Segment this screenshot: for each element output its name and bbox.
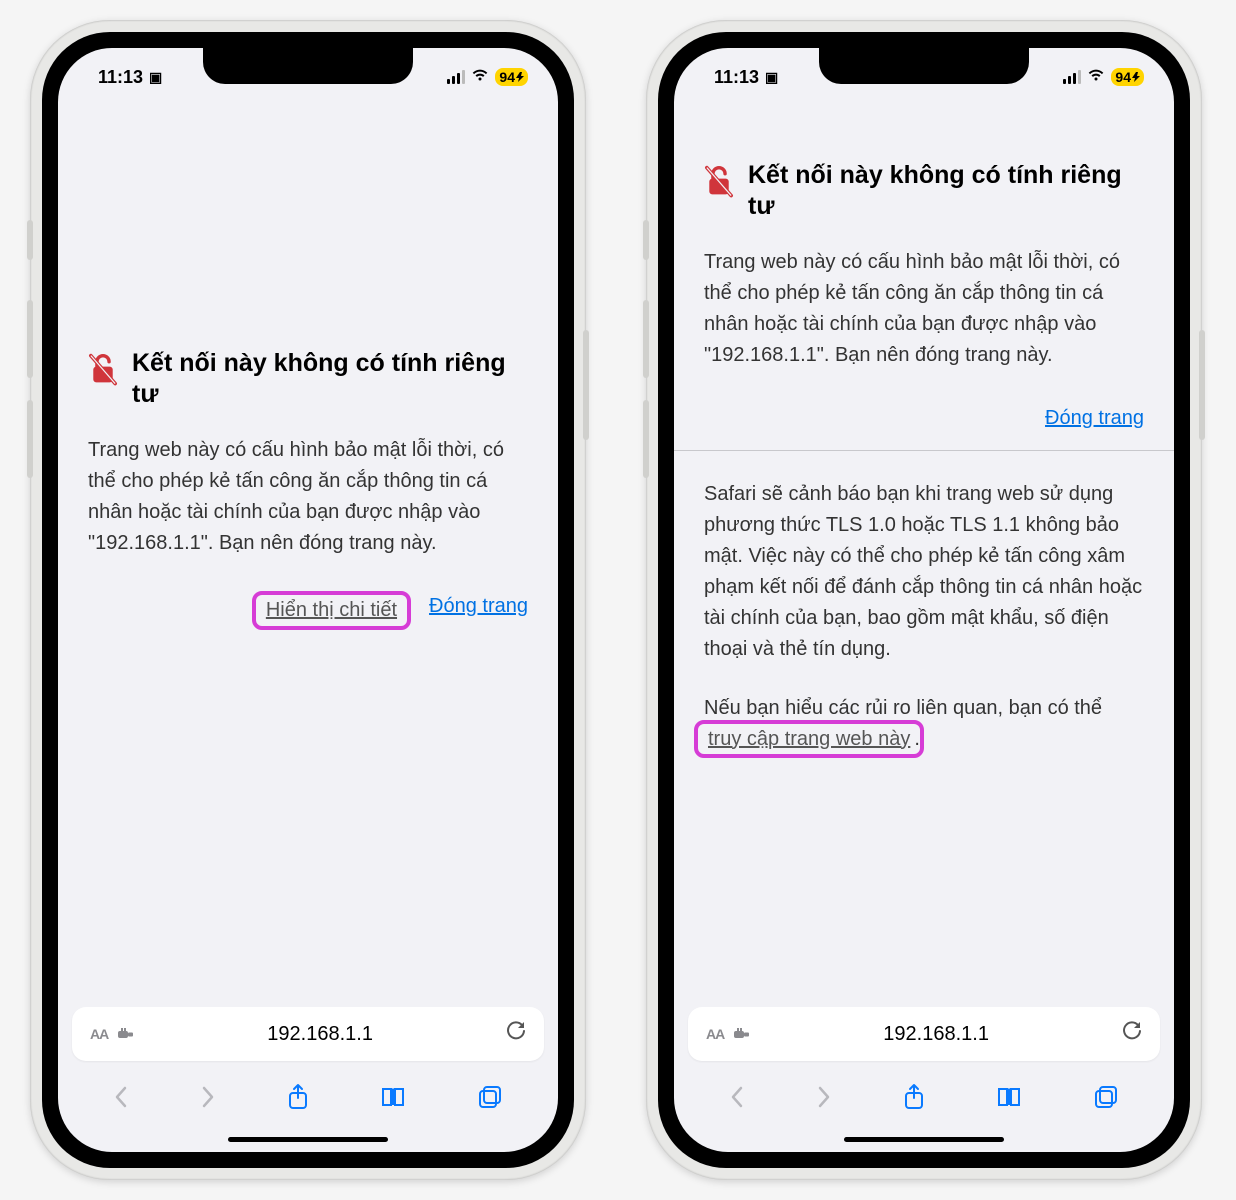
url-text: 192.168.1.1 bbox=[267, 1023, 373, 1046]
reload-button[interactable] bbox=[1122, 1020, 1142, 1048]
orientation-lock-icon: ▣ bbox=[149, 69, 162, 86]
bookmarks-button[interactable] bbox=[380, 1086, 406, 1115]
cellular-signal-icon bbox=[1063, 70, 1081, 84]
detail-text: Safari sẽ cảnh báo bạn khi trang web sử … bbox=[704, 479, 1144, 665]
bottom-toolbar bbox=[58, 1069, 558, 1137]
tabs-button[interactable] bbox=[1093, 1084, 1119, 1117]
text-size-button[interactable]: AA bbox=[706, 1026, 724, 1042]
status-time: 11:13 bbox=[98, 67, 143, 88]
notch bbox=[819, 48, 1029, 84]
notch bbox=[203, 48, 413, 84]
page-content: Kết nối này không có tính riêng tư Trang… bbox=[674, 106, 1174, 1007]
insecure-lock-icon bbox=[704, 164, 734, 198]
phone-mockup-right: 11:13 ▣ 94 bbox=[646, 20, 1202, 1180]
visit-website-link[interactable]: truy cập trang web này bbox=[708, 728, 910, 750]
orientation-lock-icon: ▣ bbox=[765, 69, 778, 86]
home-indicator[interactable] bbox=[844, 1137, 1004, 1142]
wifi-icon bbox=[471, 68, 489, 87]
close-page-link[interactable]: Đóng trang bbox=[1045, 407, 1144, 430]
warning-body: Trang web này có cấu hình bảo mật lỗi th… bbox=[88, 435, 528, 559]
address-bar[interactable]: AA 192.168.1.1 bbox=[72, 1007, 544, 1061]
warning-body: Trang web này có cấu hình bảo mật lỗi th… bbox=[704, 247, 1144, 371]
nav-back-button[interactable] bbox=[729, 1085, 745, 1116]
address-bar[interactable]: AA 192.168.1.1 bbox=[688, 1007, 1160, 1061]
annotation-highlight: Hiển thị chi tiết bbox=[252, 591, 411, 630]
show-details-link[interactable]: Hiển thị chi tiết bbox=[266, 599, 397, 621]
share-button[interactable] bbox=[903, 1083, 925, 1118]
annotation-highlight: truy cập trang web này bbox=[694, 720, 924, 758]
page-content: Kết nối này không có tính riêng tư Trang… bbox=[58, 106, 558, 1007]
home-indicator[interactable] bbox=[228, 1137, 388, 1142]
warning-title: Kết nối này không có tính riêng tư bbox=[132, 348, 528, 411]
bottom-toolbar bbox=[674, 1069, 1174, 1137]
extension-icon bbox=[118, 1028, 134, 1040]
bookmarks-button[interactable] bbox=[996, 1086, 1022, 1115]
nav-forward-button[interactable] bbox=[200, 1085, 216, 1116]
phone-mockup-left: 11:13 ▣ 94 bbox=[30, 20, 586, 1180]
close-page-link[interactable]: Đóng trang bbox=[429, 595, 528, 626]
cellular-signal-icon bbox=[447, 70, 465, 84]
reload-button[interactable] bbox=[506, 1020, 526, 1048]
nav-forward-button[interactable] bbox=[816, 1085, 832, 1116]
visit-line: Nếu bạn hiểu các rủi ro liên quan, bạn c… bbox=[704, 693, 1144, 755]
wifi-icon bbox=[1087, 68, 1105, 87]
warning-title: Kết nối này không có tính riêng tư bbox=[748, 160, 1144, 223]
share-button[interactable] bbox=[287, 1083, 309, 1118]
battery-indicator: 94 bbox=[1111, 68, 1144, 86]
insecure-lock-icon bbox=[88, 352, 118, 386]
status-time: 11:13 bbox=[714, 67, 759, 88]
url-text: 192.168.1.1 bbox=[883, 1023, 989, 1046]
battery-indicator: 94 bbox=[495, 68, 528, 86]
tabs-button[interactable] bbox=[477, 1084, 503, 1117]
extension-icon bbox=[734, 1028, 750, 1040]
nav-back-button[interactable] bbox=[113, 1085, 129, 1116]
text-size-button[interactable]: AA bbox=[90, 1026, 108, 1042]
